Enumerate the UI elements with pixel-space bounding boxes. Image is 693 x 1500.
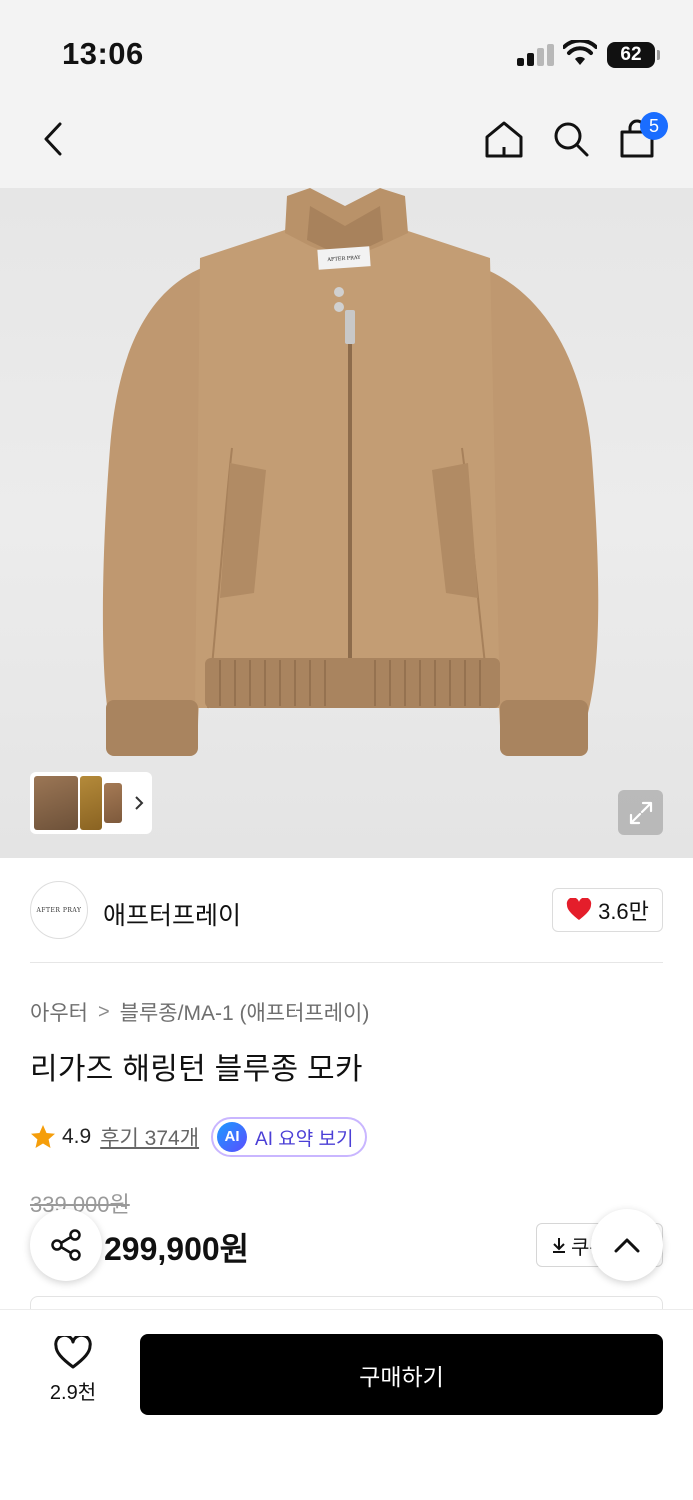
thumbnail-1[interactable] [34,776,78,830]
cart-count-badge: 5 [640,112,668,140]
product-title: 리가즈 해링턴 블루종 모카 [30,1053,363,1086]
brand-logo[interactable]: AFTER PRAY [30,881,88,939]
bottom-action-bar: 2.9천 구매하기 [0,1310,693,1500]
search-icon [554,122,589,157]
zoom-button[interactable] [618,790,663,835]
ai-summary-button[interactable]: AI AI 요약 보기 [211,1117,368,1157]
heart-filled-icon [566,898,592,920]
reviews-link[interactable]: 후기 374개 [100,1122,199,1152]
battery-indicator: 62 [607,42,660,68]
thumbnail-strip[interactable] [30,772,152,834]
back-icon [44,122,62,156]
download-icon [553,1238,565,1253]
chevron-up-icon [614,1238,640,1253]
ai-summary-label: AI 요약 보기 [255,1128,354,1150]
back-button[interactable] [28,114,78,164]
jacket-photo: AFTER PRAY [102,188,599,756]
home-button[interactable] [479,114,529,164]
brand-like-button[interactable]: 3.6만 [552,888,663,932]
brand-name[interactable]: 애프터프레이 [103,896,241,932]
breadcrumb: 아우터 > 블루종/MA-1 (애프터프레이) [30,997,369,1027]
home-icon [485,121,523,158]
wifi-icon [563,40,597,65]
chevron-right-icon: > [97,1000,110,1023]
current-price: 299,900원 [104,1231,250,1267]
breadcrumb-category[interactable]: 아우터 [30,997,88,1027]
wishlist-count: 2.9천 [49,1382,97,1404]
rating-value: 4.9 [62,1125,92,1148]
thumbnail-2[interactable] [80,776,102,830]
status-bar: 13:06 62 [0,0,693,94]
star-icon [31,1125,55,1148]
share-button[interactable] [30,1209,102,1281]
expand-icon [629,801,652,824]
scroll-top-button[interactable] [591,1209,663,1281]
search-button[interactable] [546,114,596,164]
product-image[interactable]: AFTER PRAY [0,188,693,858]
status-time: 13:06 [62,36,144,71]
thumbnail-3[interactable] [104,783,122,823]
heart-outline-icon [54,1336,92,1369]
signal-icon [517,44,555,66]
app-header: 5 [0,94,693,188]
divider [30,962,663,963]
brand-like-count: 3.6만 [598,899,649,924]
breadcrumb-subcategory[interactable]: 블루종/MA-1 (애프터프레이) [120,997,370,1027]
rating-row: 4.9 후기 374개 AI AI 요약 보기 [30,1117,368,1157]
wishlist-button[interactable]: 2.9천 [30,1336,116,1416]
ai-badge-icon: AI [217,1122,248,1152]
share-icon [51,1229,81,1261]
buy-button[interactable]: 구매하기 [140,1334,663,1415]
cart-button[interactable]: 5 [612,112,668,164]
chevron-right-icon [135,796,144,810]
